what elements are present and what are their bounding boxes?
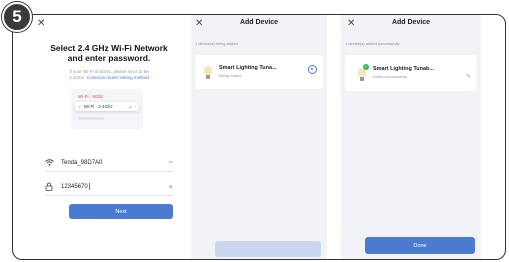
- ssid-field[interactable]: Tenda_98D7A0 ⇆: [45, 155, 173, 172]
- page-title: Add Device: [239, 19, 279, 26]
- step-number-badge: 5: [2, 2, 32, 32]
- wifi-placeholder-row: [75, 114, 139, 123]
- done-button-disabled: [215, 241, 321, 257]
- done-button[interactable]: Done: [365, 237, 475, 254]
- show-password-icon[interactable]: ◉: [169, 184, 173, 190]
- wifi-illustration: Wi-Fi · 5Ghz ✓ Wi-Fi · 2.4Ghz 🔒︎ ◔: [71, 89, 143, 129]
- wifi-24ghz-row: ✓ Wi-Fi · 2.4Ghz 🔒︎ ◔: [75, 102, 139, 111]
- loading-spinner-icon: [308, 65, 317, 74]
- instruction-frame: ✕ Select 2.4 GHz Wi-Fi Network and enter…: [12, 14, 506, 260]
- wifi-setup-screen: ✕ Select 2.4 GHz Wi-Fi Network and enter…: [37, 15, 181, 259]
- password-field[interactable]: 12345670 ◉: [45, 179, 173, 196]
- page-title: Add Device: [391, 19, 431, 26]
- device-card: ✓ Smart Lighting Tunab... Added successf…: [345, 55, 477, 91]
- added-status: 1 device(s) added successfully: [345, 41, 400, 46]
- switch-network-icon[interactable]: ⇆: [169, 160, 173, 166]
- wifi-5ghz-row: Wi-Fi · 5Ghz: [75, 92, 139, 101]
- next-button[interactable]: Next: [69, 204, 173, 219]
- adding-device-screen: ✕ Add Device 1 device(s) being added Sma…: [191, 15, 327, 259]
- device-name: Smart Lighting Tunab...: [373, 66, 435, 72]
- edit-pencil-icon[interactable]: ✎: [466, 73, 471, 80]
- frequency-hint: If your Wi-Fi is 5GHz, please set it to …: [69, 69, 149, 80]
- ssid-value: Tenda_98D7A0: [61, 160, 103, 166]
- router-setting-link[interactable]: Common router setting method: [87, 75, 149, 80]
- success-check-icon: ✓: [363, 64, 369, 70]
- wifi-icon: [45, 158, 57, 168]
- lock-icon: [45, 182, 57, 193]
- device-status: Being added: [219, 73, 242, 78]
- wifi-24ghz-label: Wi-Fi · 2.4Ghz: [83, 104, 113, 109]
- wifi-5ghz-label: Wi-Fi · 5Ghz: [78, 94, 104, 99]
- bulb-icon: [357, 68, 367, 82]
- check-icon: ✓: [78, 103, 82, 109]
- close-icon[interactable]: ✕: [37, 19, 45, 29]
- lock-icon: 🔒︎: [129, 104, 132, 109]
- wifi-setup-title: Select 2.4 GHz Wi-Fi Network and enter p…: [50, 43, 168, 63]
- bulb-icon: [203, 66, 213, 80]
- signal-icon: ◔: [133, 104, 136, 109]
- device-name: Smart Lighting Tuna...: [219, 65, 277, 71]
- device-card: Smart Lighting Tuna... Being added: [195, 55, 323, 89]
- device-added-screen: ✕ Add Device 1 device(s) added successfu…: [341, 15, 481, 259]
- password-value: 12345670: [61, 183, 90, 191]
- adding-status: 1 device(s) being added: [195, 41, 238, 46]
- device-status: Added successfully: [373, 74, 408, 79]
